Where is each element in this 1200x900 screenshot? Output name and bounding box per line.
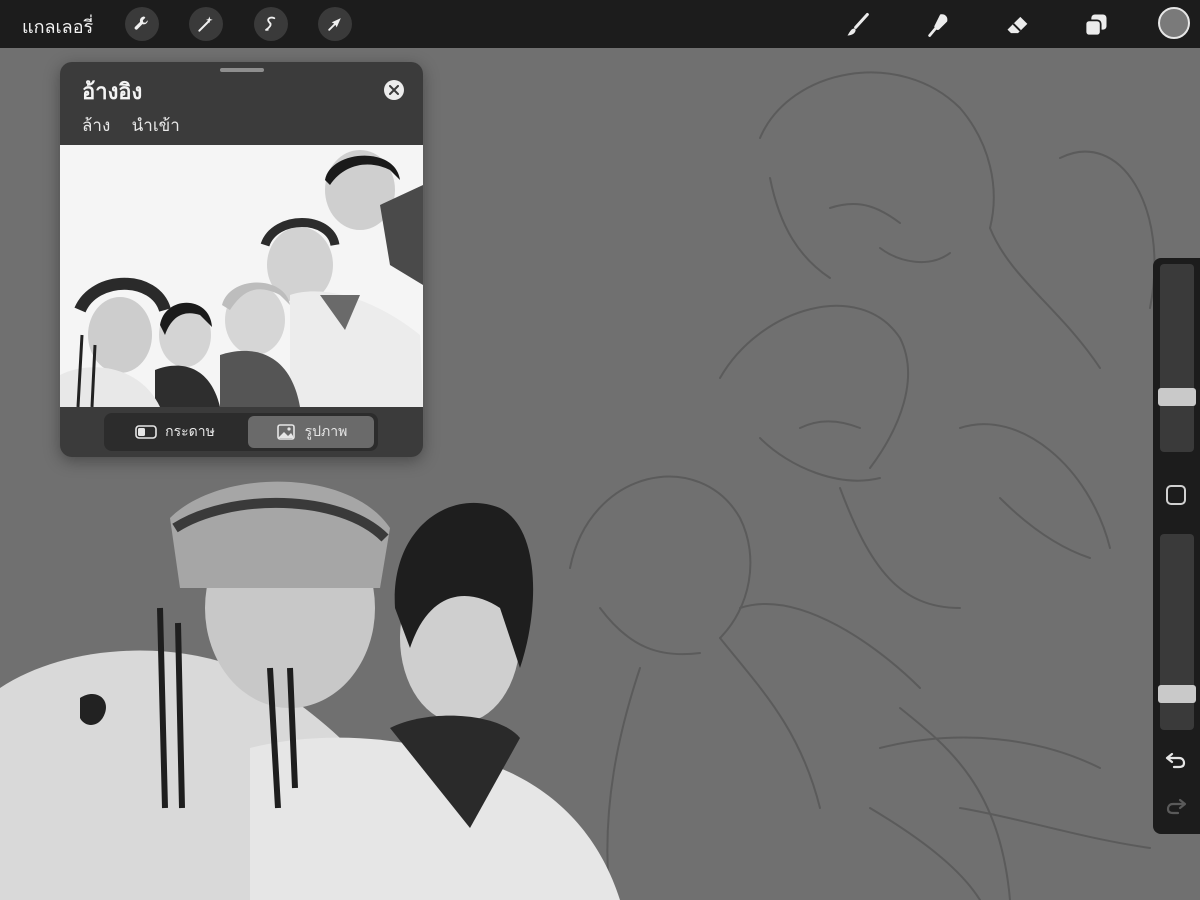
opacity-thumb[interactable] — [1158, 685, 1196, 703]
reference-image — [60, 145, 423, 407]
canvas-mode-label: กระดาษ — [165, 424, 215, 440]
selection-icon[interactable] — [254, 7, 288, 41]
top-toolbar: แกลเลอรี่ — [0, 0, 1200, 48]
image-mode-label: รูปภาพ — [304, 424, 348, 440]
opacity-slider[interactable] — [1158, 534, 1196, 730]
canvas-icon — [135, 425, 157, 439]
panel-grabber[interactable] — [220, 68, 264, 72]
reference-photo — [60, 145, 423, 407]
smudge-icon[interactable] — [923, 9, 955, 41]
magic-wand-icon[interactable] — [189, 7, 223, 41]
image-icon — [276, 424, 295, 440]
image-mode-button[interactable]: รูปภาพ — [248, 416, 374, 448]
eraser-icon[interactable] — [1002, 9, 1034, 41]
close-icon[interactable] — [384, 80, 404, 100]
canvas-mode-button[interactable]: กระดาษ — [112, 416, 238, 448]
color-picker-button[interactable] — [1158, 7, 1190, 39]
panel-actions: ล้าง นำเข้า — [82, 112, 196, 139]
clear-button[interactable]: ล้าง — [82, 116, 110, 136]
modify-button[interactable] — [1166, 485, 1186, 505]
redo-icon[interactable] — [1164, 794, 1188, 818]
undo-icon[interactable] — [1164, 748, 1188, 772]
brush-size-slider[interactable] — [1158, 264, 1196, 452]
gallery-button[interactable]: แกลเลอรี่ — [22, 12, 93, 41]
move-arrow-icon[interactable] — [318, 7, 352, 41]
brush-sidebar — [1153, 258, 1200, 834]
wrench-icon[interactable] — [125, 7, 159, 41]
brush-size-thumb[interactable] — [1158, 388, 1196, 406]
layers-icon[interactable] — [1080, 9, 1112, 41]
reference-panel: อ้างอิง ล้าง นำเข้า กระดาษ รูปภาพ — [60, 62, 423, 457]
panel-title: อ้างอิง — [82, 80, 143, 105]
reference-mode-toggle: กระดาษ รูปภาพ — [104, 413, 378, 451]
import-button[interactable]: นำเข้า — [132, 116, 180, 136]
brush-icon[interactable] — [842, 9, 874, 41]
